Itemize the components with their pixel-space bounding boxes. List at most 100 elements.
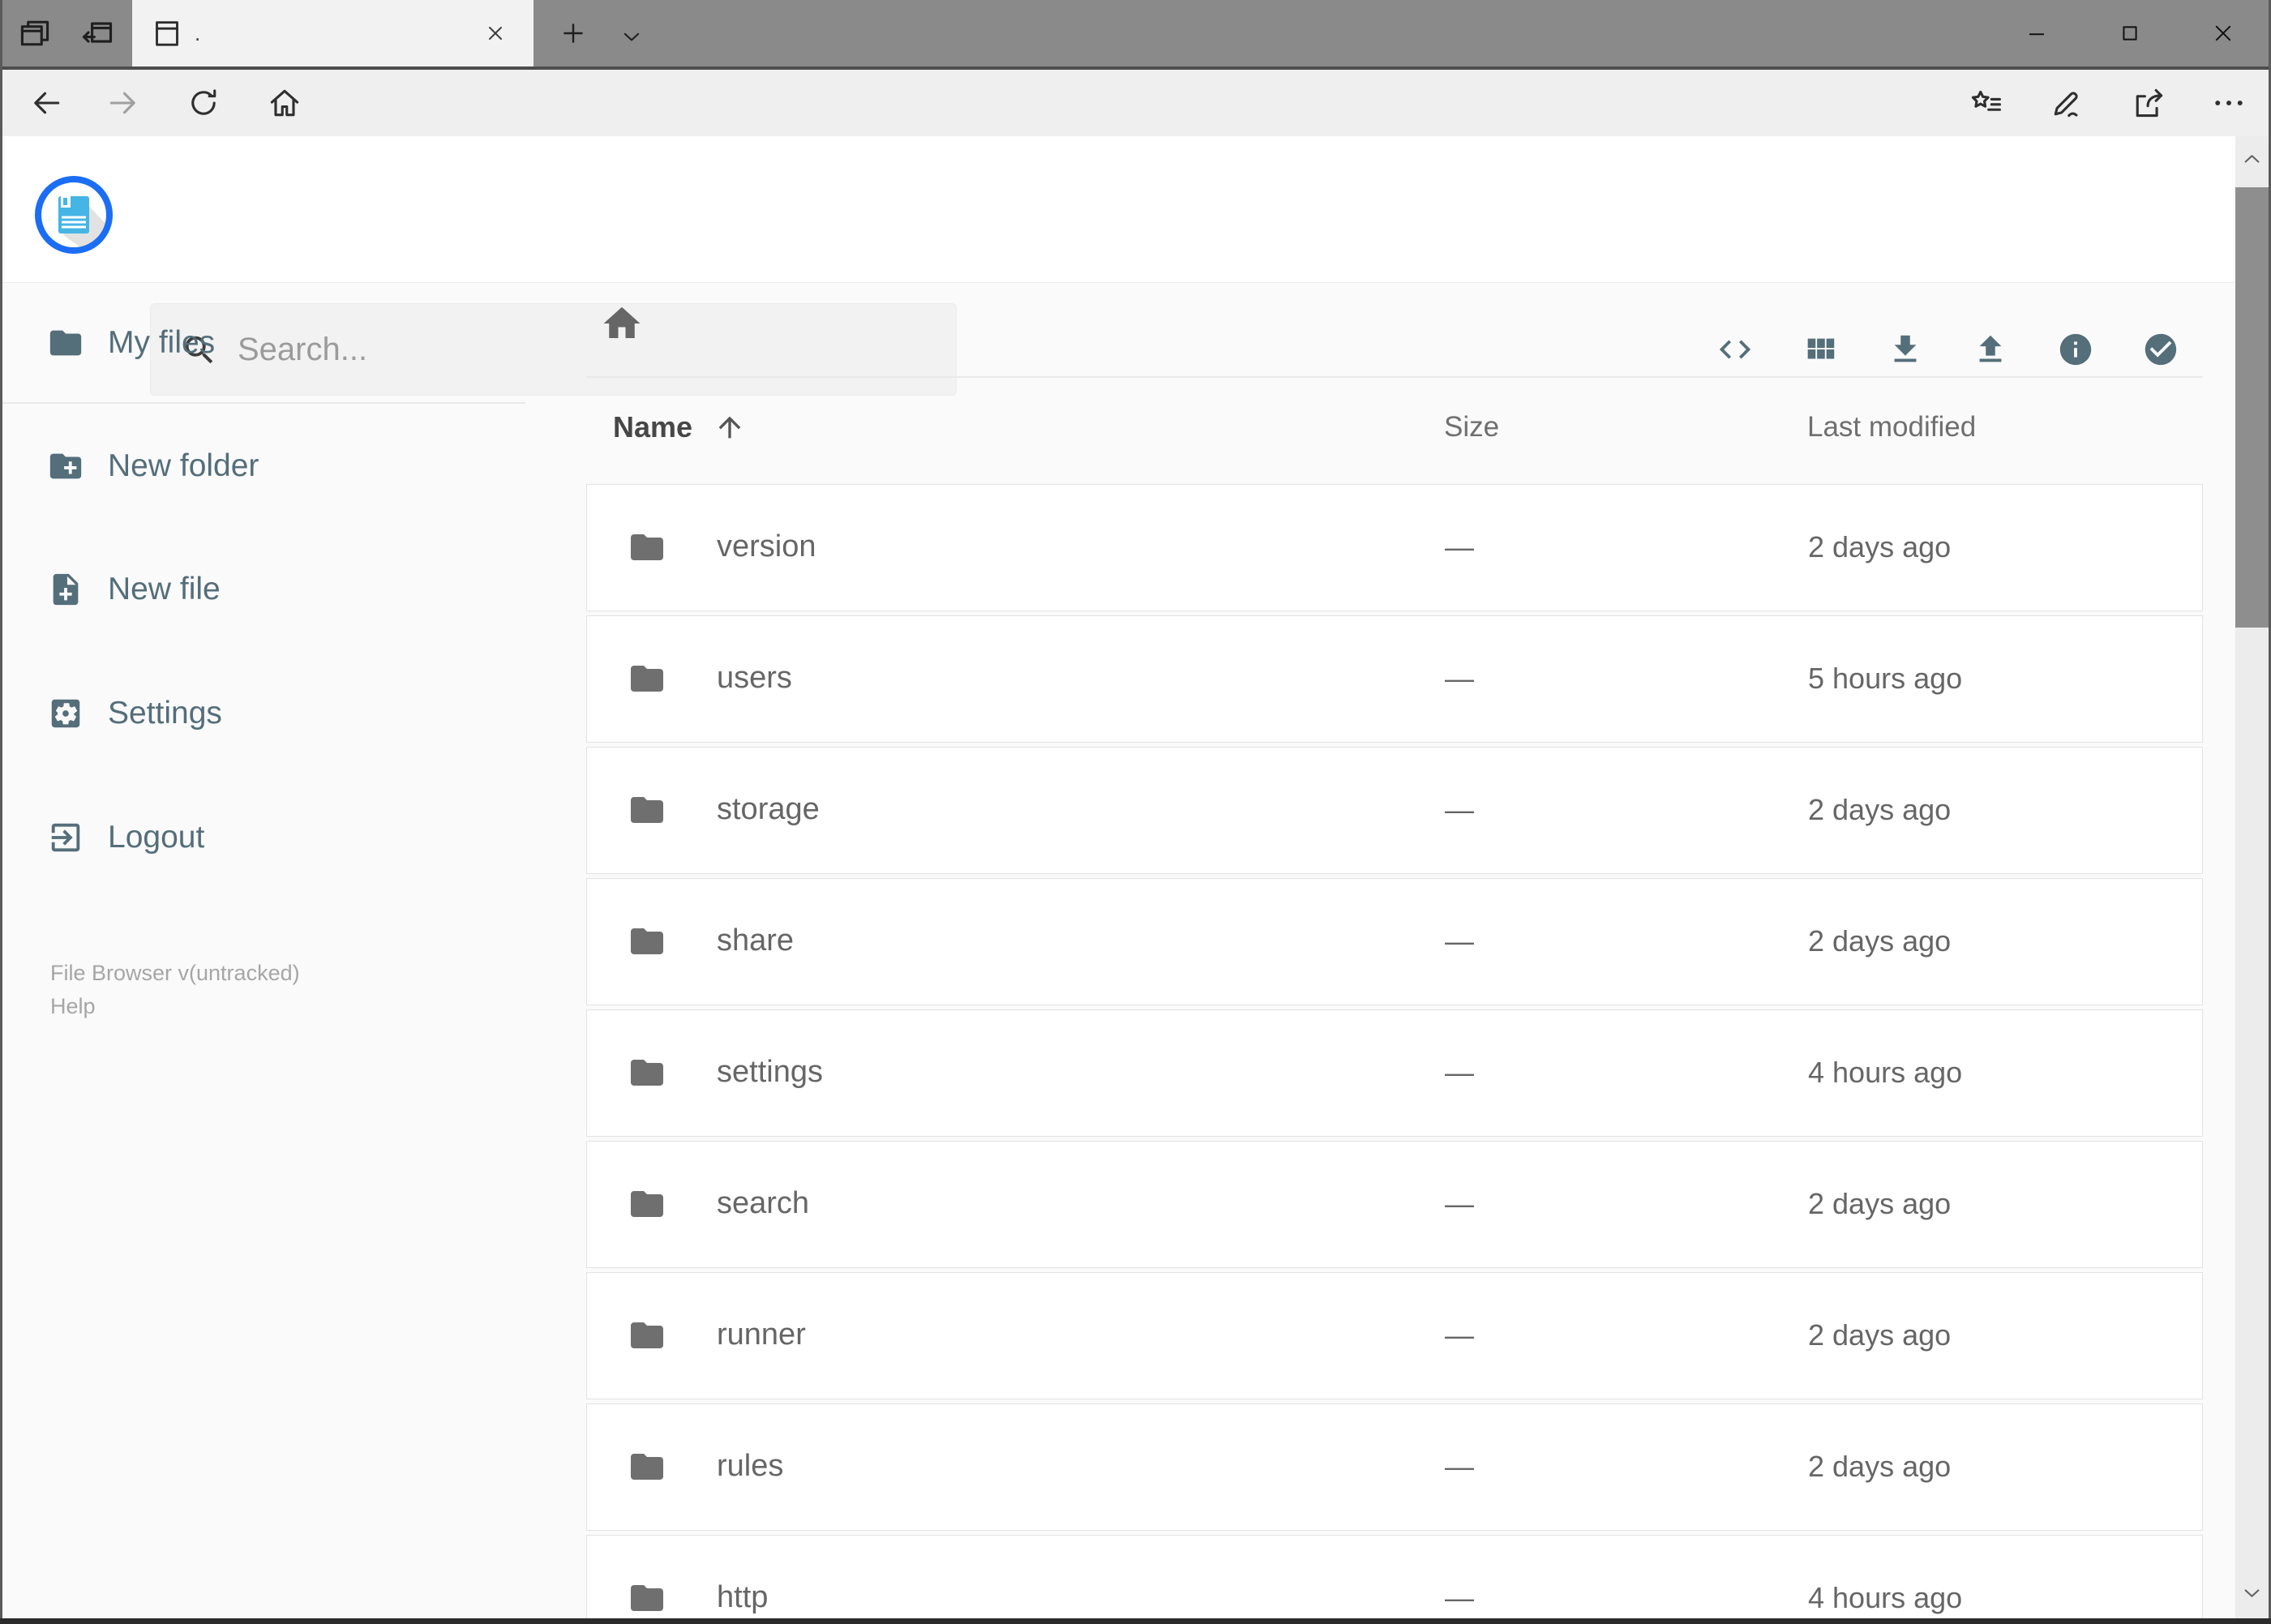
- help-link[interactable]: Help: [50, 990, 96, 1022]
- file-row[interactable]: runner — 2 days ago: [586, 1272, 2203, 1399]
- file-name: http: [717, 1580, 769, 1614]
- file-size: —: [1445, 1056, 1474, 1089]
- folder-icon: [628, 791, 666, 829]
- tab-preview-icon[interactable]: [17, 15, 53, 51]
- app-version-link[interactable]: File Browser v(untracked): [50, 957, 300, 989]
- refresh-icon[interactable]: [186, 85, 221, 121]
- file-size: —: [1445, 1318, 1474, 1352]
- new-tab-icon[interactable]: [559, 19, 587, 47]
- back-icon[interactable]: [28, 85, 64, 121]
- scrollbar-thumb[interactable]: [2235, 187, 2269, 628]
- file-name: runner: [717, 1318, 806, 1352]
- file-row[interactable]: users — 5 hours ago: [586, 615, 2203, 743]
- file-modified: 4 hours ago: [1808, 1056, 1963, 1089]
- file-modified: 4 hours ago: [1808, 1581, 1963, 1614]
- upload-icon[interactable]: [1972, 331, 2009, 368]
- app-header: [0, 136, 2271, 396]
- folder-icon: [628, 1185, 666, 1223]
- file-size: —: [1445, 1450, 1474, 1483]
- sidebar-item-new-folder[interactable]: New folder: [0, 424, 535, 508]
- file-name: search: [717, 1186, 810, 1220]
- file-row[interactable]: version — 2 days ago: [586, 484, 2203, 611]
- sidebar-item-new-file[interactable]: New file: [0, 547, 535, 632]
- file-modified: 2 days ago: [1808, 530, 1952, 563]
- grid-view-icon[interactable]: [1802, 331, 1839, 368]
- file-row[interactable]: http — 4 hours ago: [586, 1535, 2203, 1618]
- close-icon[interactable]: [2212, 22, 2235, 45]
- tab-list-chevron-icon[interactable]: [619, 24, 644, 49]
- note-add-icon: [47, 571, 84, 608]
- folder-icon: [47, 324, 84, 362]
- column-header-size[interactable]: Size: [1444, 399, 1499, 456]
- file-size: —: [1445, 530, 1474, 563]
- file-row[interactable]: share — 2 days ago: [586, 878, 2203, 1005]
- create-new-folder-icon: [47, 448, 84, 485]
- file-modified: 2 days ago: [1808, 1318, 1952, 1352]
- file-modified: 2 days ago: [1808, 1187, 1952, 1220]
- sidebar-item-my-files[interactable]: My files: [0, 301, 535, 385]
- file-size: —: [1445, 1581, 1474, 1614]
- tab-close-icon[interactable]: [484, 22, 507, 45]
- file-row[interactable]: rules — 2 days ago: [586, 1403, 2203, 1531]
- folder-icon: [628, 922, 666, 961]
- annotate-pen-icon[interactable]: [2049, 85, 2085, 121]
- download-icon[interactable]: [1887, 331, 1924, 368]
- share-icon[interactable]: [2131, 85, 2166, 121]
- set-aside-tabs-icon[interactable]: [79, 15, 115, 51]
- sidebar-item-settings[interactable]: Settings: [0, 671, 535, 756]
- more-dots-icon[interactable]: [2211, 85, 2247, 121]
- filebrowser-logo[interactable]: [34, 175, 114, 255]
- file-modified: 2 days ago: [1808, 924, 1952, 958]
- file-row[interactable]: storage — 2 days ago: [586, 747, 2203, 874]
- maximize-icon[interactable]: [2119, 22, 2141, 45]
- file-row[interactable]: settings — 4 hours ago: [586, 1009, 2203, 1137]
- file-size: —: [1445, 793, 1474, 826]
- sidebar-item-label: Settings: [108, 696, 222, 731]
- forward-icon[interactable]: [105, 85, 141, 121]
- file-name: users: [717, 661, 792, 695]
- folder-icon: [628, 1053, 666, 1092]
- scroll-up-icon[interactable]: [2240, 148, 2264, 171]
- sidebar-item-label: Logout: [108, 820, 205, 855]
- page-favicon: [151, 17, 183, 49]
- code-view-icon[interactable]: [1716, 331, 1754, 368]
- sidebar-item-label: My files: [108, 325, 216, 360]
- scroll-down-icon[interactable]: [2240, 1581, 2264, 1605]
- folder-icon: [628, 528, 666, 567]
- column-header-name[interactable]: Name: [613, 399, 692, 456]
- column-header-modified[interactable]: Last modified: [1807, 399, 1976, 456]
- file-name: rules: [717, 1449, 784, 1483]
- file-modified: 5 hours ago: [1808, 662, 1963, 695]
- file-list: version — 2 days ago users — 5 hours ago…: [586, 484, 2203, 1618]
- folder-icon: [628, 659, 666, 698]
- sidebar-divider: [0, 402, 525, 404]
- page-scrollbar: [2235, 136, 2269, 1618]
- logout-icon: [47, 819, 84, 856]
- help-text: Help: [50, 994, 96, 1018]
- sidebar-item-logout[interactable]: Logout: [0, 795, 535, 880]
- breadcrumb-home-icon[interactable]: [600, 302, 644, 345]
- settings-gear-icon: [47, 695, 84, 732]
- file-modified: 2 days ago: [1808, 1450, 1952, 1483]
- window-frame-left: [0, 0, 2, 1624]
- hub-favorites-icon[interactable]: [1968, 85, 2003, 121]
- folder-icon: [628, 1316, 666, 1355]
- file-name: settings: [717, 1055, 823, 1089]
- file-row[interactable]: search — 2 days ago: [586, 1141, 2203, 1268]
- file-modified: 2 days ago: [1808, 793, 1952, 826]
- file-size: —: [1445, 662, 1474, 695]
- browser-toolbar: filebrowser.web/files/: [0, 70, 2271, 197]
- file-size: —: [1445, 924, 1474, 958]
- file-name: share: [717, 923, 795, 958]
- sort-ascending-icon: [713, 411, 746, 443]
- minimize-icon[interactable]: [2025, 23, 2048, 45]
- select-multiple-icon[interactable]: [2142, 331, 2179, 368]
- file-name: version: [717, 529, 816, 563]
- sidebar-item-label: New folder: [108, 448, 259, 483]
- folder-icon: [628, 1579, 666, 1618]
- file-size: —: [1445, 1187, 1474, 1220]
- browser-home-icon[interactable]: [267, 85, 302, 121]
- info-icon[interactable]: [2057, 331, 2094, 368]
- browser-tab[interactable]: .: [132, 0, 533, 66]
- tab-bar: .: [0, 0, 2271, 66]
